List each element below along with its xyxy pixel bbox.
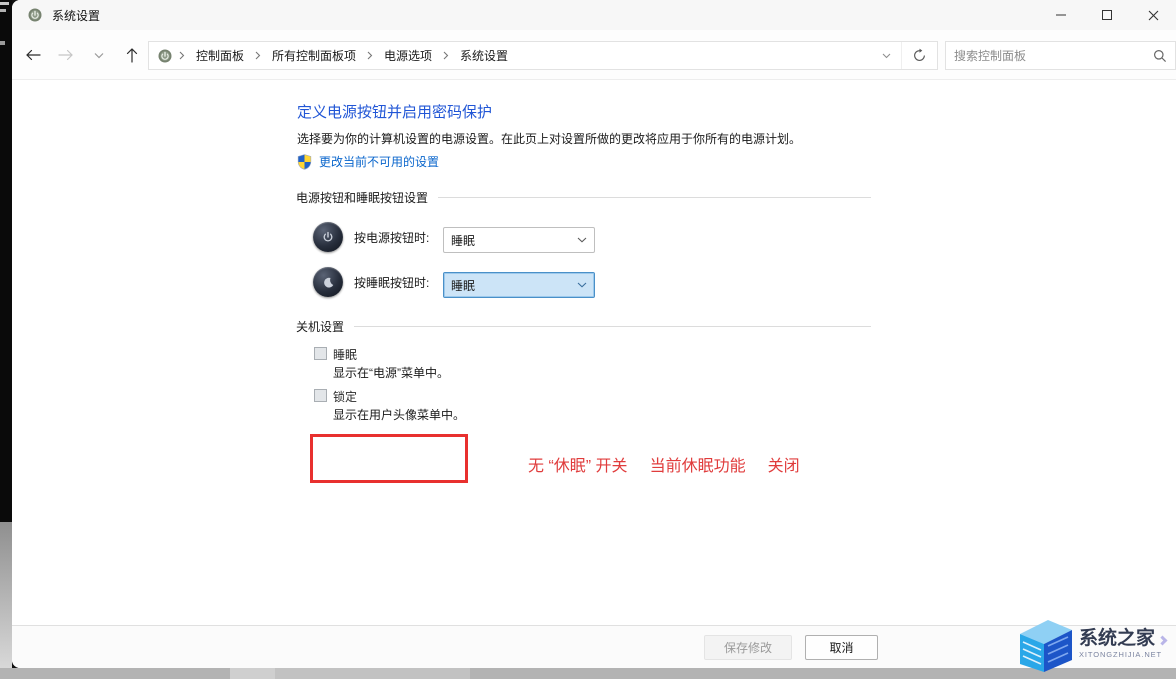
power-button-action-select[interactable]: 睡眠 <box>443 227 595 253</box>
chevron-right-icon <box>367 51 373 60</box>
window-controls <box>1038 0 1176 30</box>
search-icon <box>1145 49 1175 63</box>
desktop-bottom-strip <box>0 668 1176 679</box>
desktop-icon-fragment <box>0 9 6 12</box>
annotation-highlight-box <box>310 434 468 483</box>
desktop-bottom-strip-segment <box>230 668 275 679</box>
shutdown-option-lock: 锁定 <box>314 388 357 405</box>
up-button[interactable] <box>115 39 148 71</box>
section-divider <box>438 197 871 198</box>
refresh-button[interactable] <box>901 42 937 69</box>
search-box <box>945 41 1176 70</box>
breadcrumb-page-icon <box>157 48 173 64</box>
page-title: 定义电源按钮并启用密码保护 <box>297 101 492 122</box>
breadcrumb-item-system-settings[interactable]: 系统设置 <box>451 47 517 64</box>
navigation-toolbar: 控制面板 所有控制面板项 电源选项 系统设置 <box>12 30 1176 80</box>
breadcrumb-item-power-options[interactable]: 电源选项 <box>375 47 441 64</box>
annotation-part: 当前休眠功能 <box>650 452 746 476</box>
save-changes-button[interactable]: 保存修改 <box>704 635 792 660</box>
desktop-icon-fragment <box>0 41 5 45</box>
chevron-down-icon <box>577 282 587 288</box>
desktop-edge-strip <box>0 0 12 522</box>
watermark-domain: XITONGZHIJIA.NET <box>1079 650 1166 659</box>
watermark: 系统之家 XITONGZHIJIA.NET <box>1014 608 1176 679</box>
recent-pages-chevron-button[interactable] <box>82 39 115 71</box>
shutdown-section-header: 关机设置 <box>296 318 871 335</box>
section-divider <box>354 326 871 327</box>
sleep-checkbox-label[interactable]: 睡眠 <box>333 346 357 363</box>
lock-checkbox-label[interactable]: 锁定 <box>333 388 357 405</box>
titlebar: 系统设置 <box>12 0 1176 30</box>
page-description: 选择要为你的计算机设置的电源设置。在此页上对设置所做的更改将应用于你所有的电源计… <box>297 130 801 147</box>
lock-checkbox[interactable] <box>314 389 327 402</box>
close-button[interactable] <box>1130 0 1176 30</box>
uac-shield-icon <box>297 154 312 170</box>
watermark-name: 系统之家 <box>1079 628 1155 649</box>
annotation-part: 无 “休眠” 开关 <box>528 452 628 476</box>
back-button[interactable] <box>16 39 49 71</box>
breadcrumb-item-control-panel[interactable]: 控制面板 <box>187 47 253 64</box>
watermark-chevron-icon <box>1158 635 1168 645</box>
minimize-button[interactable] <box>1038 0 1084 30</box>
window-title: 系统设置 <box>52 7 100 24</box>
selected-value: 睡眠 <box>451 277 475 294</box>
power-button-row: 按电源按钮时: <box>313 222 442 252</box>
sleep-button-action-select[interactable]: 睡眠 <box>443 272 595 298</box>
shutdown-option-sleep: 睡眠 <box>314 346 357 363</box>
breadcrumb-item-all-items[interactable]: 所有控制面板项 <box>263 47 365 64</box>
power-button-label: 按电源按钮时: <box>354 229 442 246</box>
power-button-icon <box>313 222 343 252</box>
breadcrumb-path: 控制面板 所有控制面板项 电源选项 系统设置 <box>149 47 871 64</box>
lock-option-description: 显示在用户头像菜单中。 <box>333 406 465 423</box>
desktop-icon-fragment <box>0 2 9 5</box>
uac-link-row: 更改当前不可用的设置 <box>297 153 439 170</box>
nav-buttons <box>16 39 148 71</box>
sleep-button-row: 按睡眠按钮时: <box>313 267 442 297</box>
desktop-edge-strip-lower <box>0 522 12 668</box>
annotation-part: 关闭 <box>768 452 800 476</box>
watermark-text: 系统之家 XITONGZHIJIA.NET <box>1079 629 1166 659</box>
watermark-logo <box>1014 612 1076 676</box>
address-dropdown-button[interactable] <box>871 42 901 69</box>
desktop-bottom-strip-segment <box>275 668 470 679</box>
system-settings-window: 系统设置 <box>12 0 1176 668</box>
breadcrumb: 控制面板 所有控制面板项 电源选项 系统设置 <box>148 41 938 70</box>
search-input[interactable] <box>946 49 1145 63</box>
section-title: 关机设置 <box>296 318 344 335</box>
power-options-app-icon <box>27 7 43 23</box>
chevron-right-icon <box>443 51 449 60</box>
section-title: 电源按钮和睡眠按钮设置 <box>296 189 428 206</box>
annotation-text: 无 “休眠” 开关 当前休眠功能 关闭 <box>528 452 800 476</box>
chevron-right-icon <box>255 51 261 60</box>
sleep-checkbox[interactable] <box>314 347 327 360</box>
chevron-down-icon <box>577 237 587 243</box>
footer-button-bar: 保存修改 取消 <box>12 625 1176 668</box>
power-buttons-section-header: 电源按钮和睡眠按钮设置 <box>296 189 871 206</box>
sleep-option-description: 显示在“电源”菜单中。 <box>333 364 449 381</box>
cancel-button[interactable]: 取消 <box>805 635 878 660</box>
sleep-button-icon <box>313 267 343 297</box>
maximize-button[interactable] <box>1084 0 1130 30</box>
change-unavailable-settings-link[interactable]: 更改当前不可用的设置 <box>319 153 439 170</box>
forward-button[interactable] <box>49 39 82 71</box>
sleep-button-label: 按睡眠按钮时: <box>354 274 442 291</box>
selected-value: 睡眠 <box>451 232 475 249</box>
chevron-right-icon <box>179 51 185 60</box>
